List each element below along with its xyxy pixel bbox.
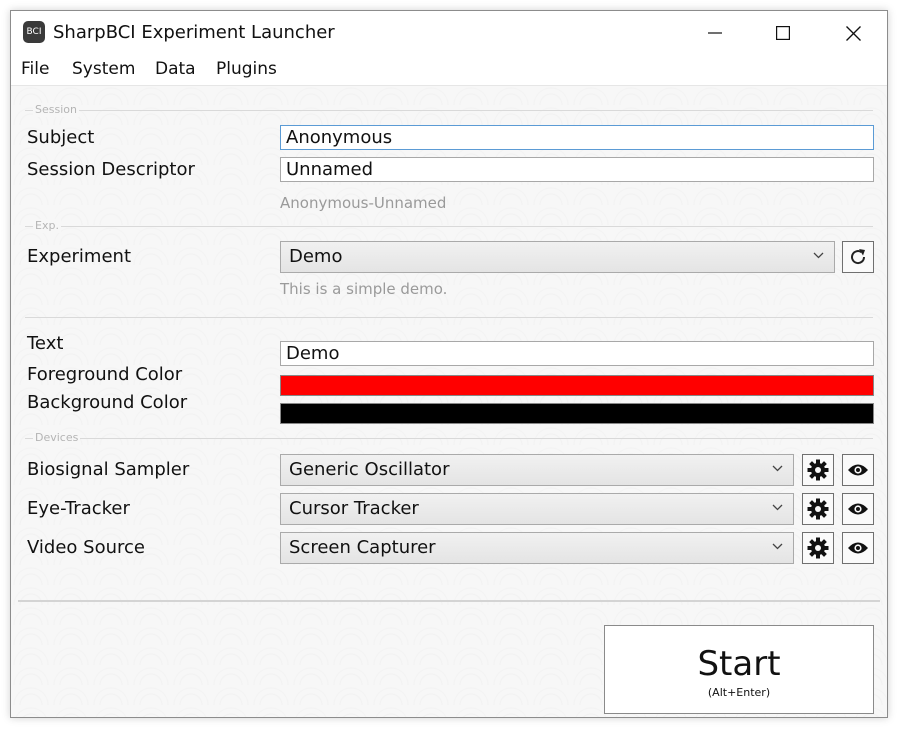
eye-icon (848, 464, 868, 476)
foreground-color-swatch[interactable] (280, 375, 874, 396)
refresh-experiments-button[interactable] (842, 241, 874, 273)
chevron-down-icon (772, 465, 783, 472)
devices-section-header: Devices (25, 431, 873, 445)
foreground-color-label: Foreground Color (27, 364, 183, 385)
title-bar[interactable]: BCI SharpBCI Experiment Launcher (11, 11, 887, 55)
eye-tracker-preview-button[interactable] (842, 493, 874, 525)
text-param-input[interactable] (280, 341, 874, 366)
session-descriptor-label: Session Descriptor (27, 159, 195, 180)
start-shortcut-hint: (Alt+Enter) (707, 686, 771, 699)
video-source-settings-button[interactable] (802, 532, 834, 564)
session-descriptor-input[interactable] (280, 157, 874, 182)
minimize-icon (708, 32, 722, 34)
eye-tracker-value: Cursor Tracker (289, 498, 419, 519)
background-color-swatch[interactable] (280, 403, 874, 424)
biosignal-sampler-value: Generic Oscillator (289, 459, 450, 480)
gear-icon (807, 459, 829, 481)
background-color-label: Background Color (27, 392, 188, 413)
menu-data[interactable]: Data (155, 59, 196, 79)
maximize-button[interactable] (749, 11, 817, 55)
session-name-preview: Anonymous-Unnamed (280, 194, 447, 212)
close-icon (845, 25, 861, 41)
experiment-header-label: Exp. (33, 219, 61, 233)
launcher-form: Session Subject Session Descriptor Anony… (11, 85, 887, 717)
eye-icon (848, 503, 868, 515)
eye-tracker-select[interactable]: Cursor Tracker (280, 493, 794, 525)
session-section-header: Session (25, 103, 873, 117)
close-button[interactable] (819, 11, 887, 55)
video-source-select[interactable]: Screen Capturer (280, 532, 794, 564)
devices-header-label: Devices (33, 431, 81, 445)
window-title: SharpBCI Experiment Launcher (53, 22, 335, 43)
video-source-label: Video Source (27, 537, 145, 558)
chevron-down-icon (772, 504, 783, 511)
refresh-icon (851, 249, 866, 265)
eye-tracker-settings-button[interactable] (802, 493, 834, 525)
params-divider (25, 317, 873, 318)
gear-icon (807, 498, 829, 520)
minimize-button[interactable] (681, 11, 749, 55)
maximize-icon (776, 26, 790, 40)
menu-bar: File System Data Plugins (11, 55, 887, 85)
experiment-select[interactable]: Demo (280, 241, 835, 273)
gear-icon (807, 537, 829, 559)
experiment-label: Experiment (27, 246, 132, 267)
video-source-preview-button[interactable] (842, 532, 874, 564)
section-divider (25, 438, 873, 439)
session-header-label: Session (33, 103, 79, 117)
subject-label: Subject (27, 127, 95, 148)
biosignal-sampler-settings-button[interactable] (802, 454, 834, 486)
start-button-label: Start (697, 644, 781, 684)
app-icon: BCI (23, 21, 45, 43)
menu-plugins[interactable]: Plugins (216, 59, 277, 79)
biosignal-sampler-select[interactable]: Generic Oscillator (280, 454, 794, 486)
experiment-description: This is a simple demo. (280, 280, 448, 298)
video-source-value: Screen Capturer (289, 537, 436, 558)
biosignal-sampler-preview-button[interactable] (842, 454, 874, 486)
menu-file[interactable]: File (21, 59, 49, 79)
experiment-section-header: Exp. (25, 219, 873, 233)
eye-icon (848, 542, 868, 554)
start-button[interactable]: Start (Alt+Enter) (604, 625, 874, 714)
experiment-selected-value: Demo (289, 246, 343, 267)
eye-tracker-label: Eye-Tracker (27, 498, 130, 519)
chevron-down-icon (772, 543, 783, 550)
biosignal-sampler-label: Biosignal Sampler (27, 459, 190, 480)
section-divider (25, 110, 873, 111)
text-param-label: Text (27, 333, 64, 354)
footer-divider (18, 600, 880, 602)
menu-system[interactable]: System (72, 59, 135, 79)
app-window: BCI SharpBCI Experiment Launcher File Sy… (10, 10, 888, 718)
menu-divider (11, 85, 887, 86)
chevron-down-icon (813, 252, 824, 259)
subject-input[interactable] (280, 125, 874, 150)
section-divider (25, 226, 873, 227)
